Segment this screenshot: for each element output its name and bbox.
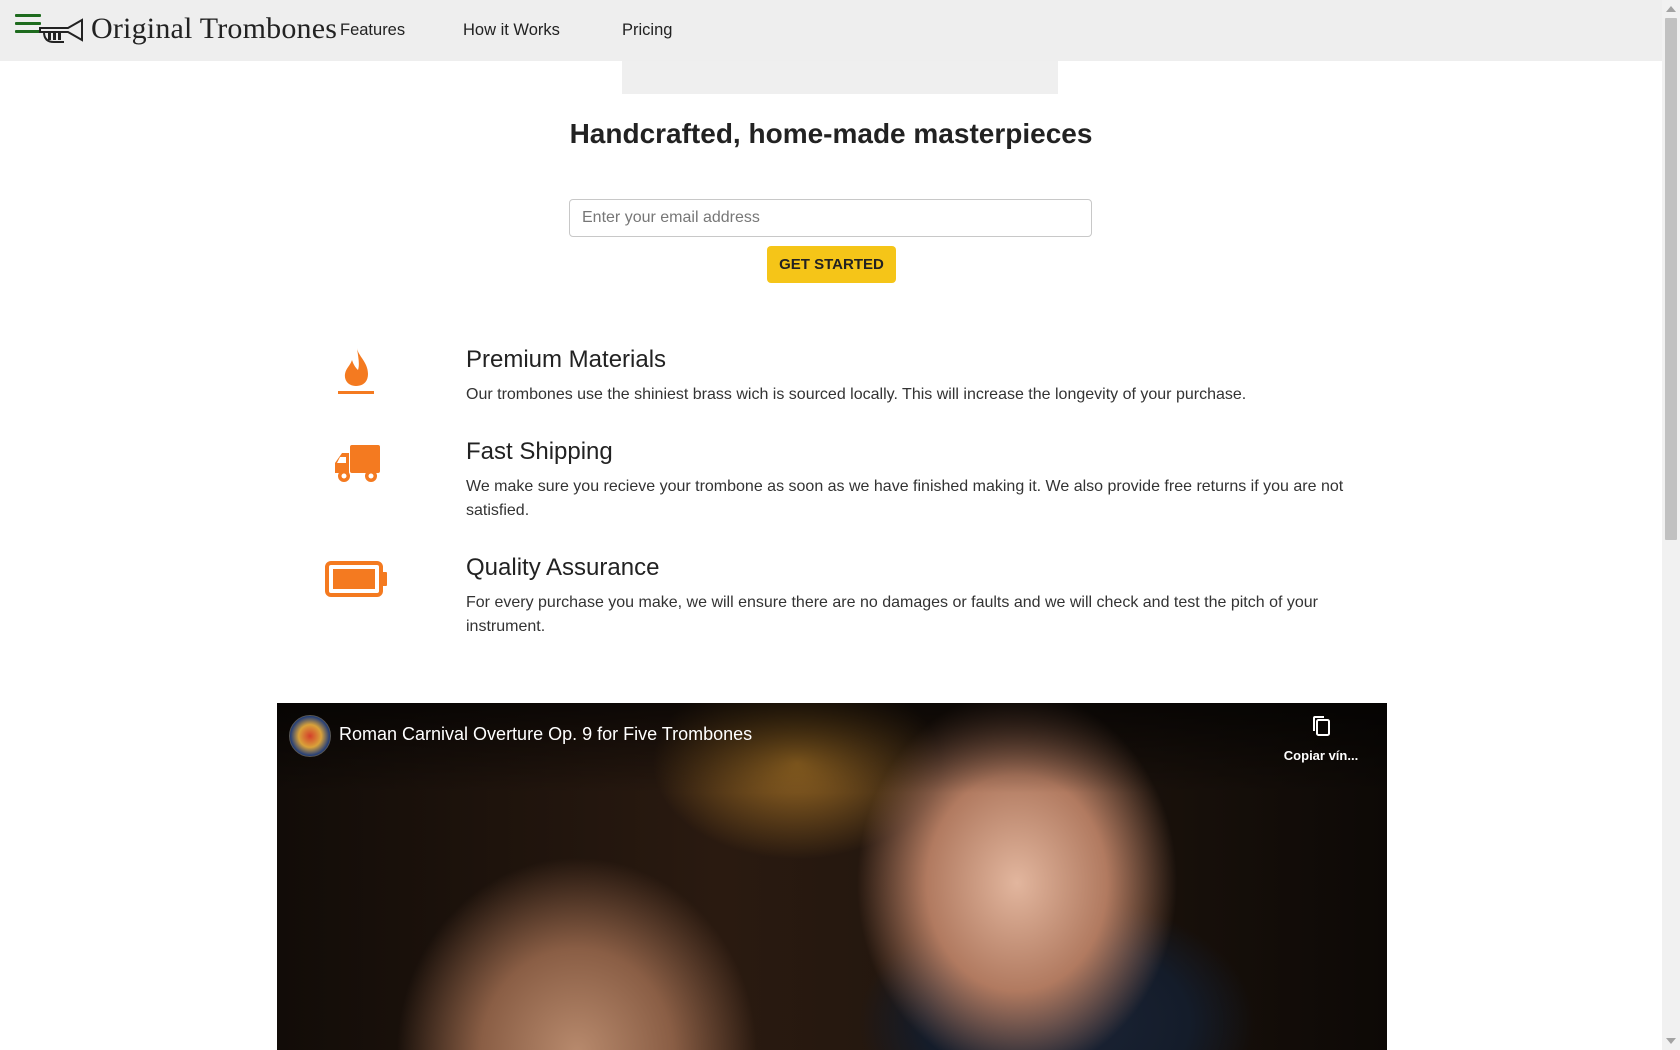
fire-icon — [338, 348, 374, 394]
feature-title: Fast Shipping — [466, 438, 613, 465]
feature-text: Our trombones use the shiniest brass wic… — [466, 386, 1247, 403]
video-title[interactable]: Roman Carnival Overture Op. 9 for Five T… — [339, 724, 752, 745]
feature-text: We make sure you recieve your trombone a… — [466, 478, 1344, 519]
copy-link-button[interactable]: Copiar vín... — [1281, 715, 1361, 763]
scrollbar-thumb[interactable] — [1665, 18, 1677, 540]
nav-link-how-it-works[interactable]: How it Works — [463, 21, 560, 40]
brand-name[interactable]: Original Trombones — [91, 12, 337, 46]
scroll-up-arrow-icon[interactable] — [1666, 6, 1676, 12]
nav-link-features[interactable]: Features — [340, 21, 405, 40]
vertical-scrollbar[interactable] — [1662, 0, 1680, 1050]
video-top-overlay — [277, 703, 1387, 793]
copy-link-label: Copiar vín... — [1283, 748, 1359, 763]
scroll-down-arrow-icon[interactable] — [1666, 1038, 1676, 1044]
youtube-video-embed[interactable]: Roman Carnival Overture Op. 9 for Five T… — [277, 703, 1387, 1050]
battery-full-icon — [325, 561, 387, 597]
get-started-button[interactable]: GET STARTED — [767, 246, 896, 283]
site-header: Original Trombones Features How it Works… — [0, 0, 1662, 61]
channel-avatar[interactable] — [289, 715, 331, 757]
copy-icon — [1313, 716, 1330, 736]
feature-title: Quality Assurance — [466, 554, 660, 581]
truck-icon — [335, 445, 380, 482]
email-input[interactable] — [569, 199, 1092, 237]
hero-title: Handcrafted, home-made masterpieces — [569, 118, 1093, 149]
feature-text: For every purchase you make, we will ens… — [466, 594, 1318, 635]
trumpet-logo-icon — [39, 18, 83, 43]
feature-title: Premium Materials — [466, 346, 667, 373]
nav-link-pricing[interactable]: Pricing — [622, 21, 672, 40]
